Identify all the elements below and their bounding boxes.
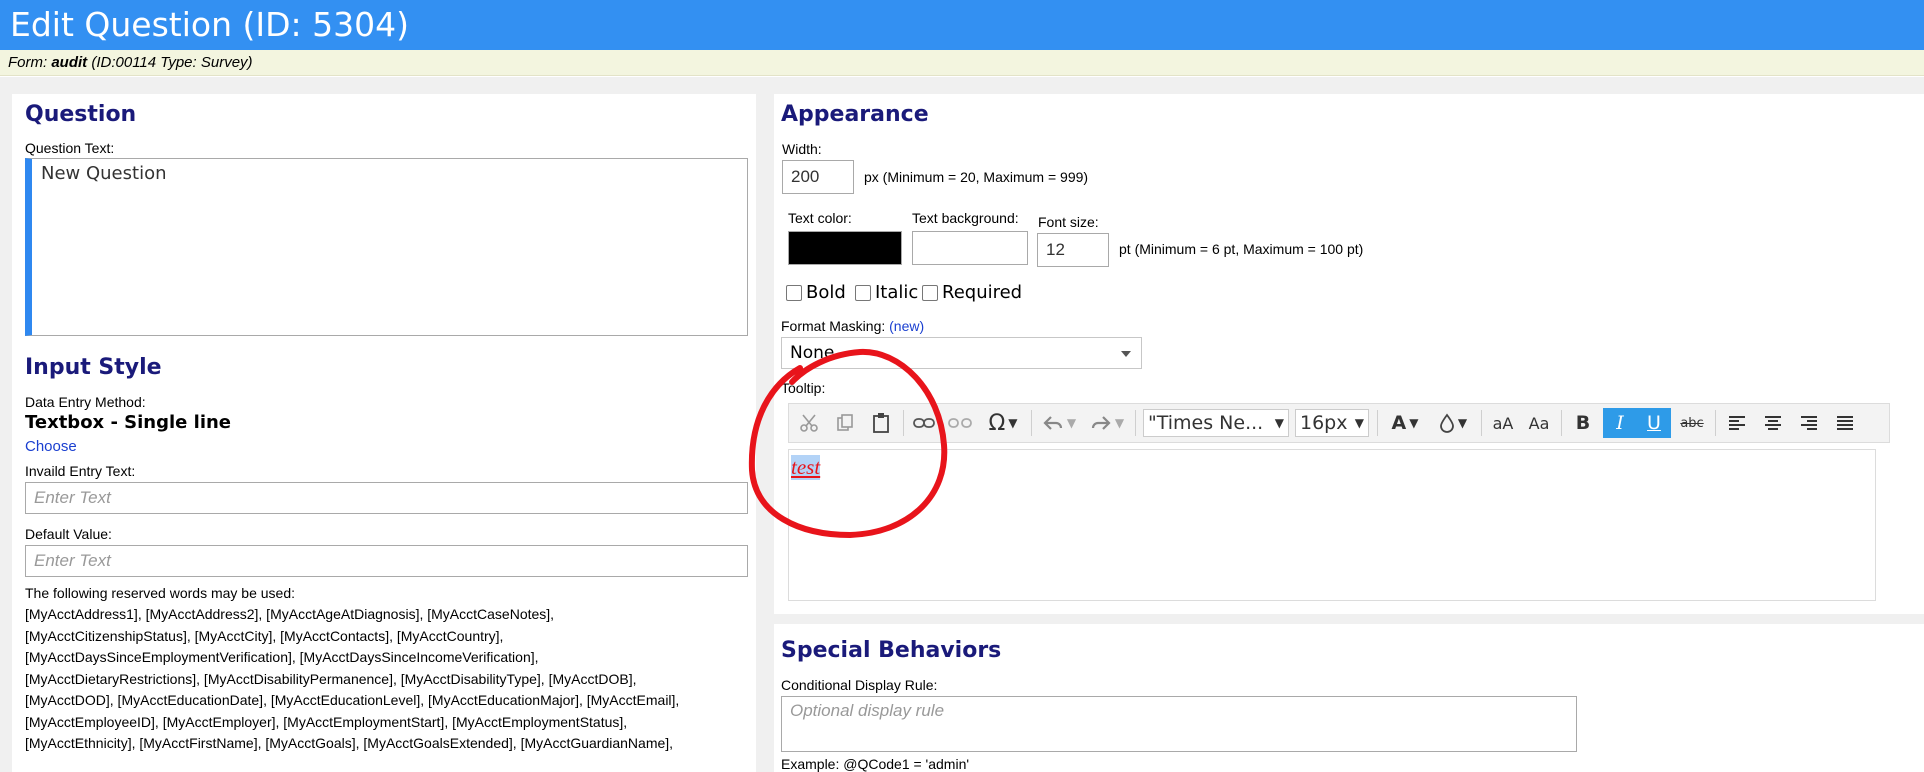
toolbar-separator	[1135, 410, 1136, 436]
strikethrough-button[interactable]: abc	[1675, 408, 1709, 438]
tooltip-editor-toolbar: Ω ▼ ▼ ▼ "Times Ne... ▼ 16px ▼ A ▼ ▼ aA A…	[788, 403, 1890, 443]
tooltip-label: Tooltip:	[781, 380, 826, 396]
undo-icon[interactable]: ▼	[1037, 408, 1081, 438]
text-color-swatch[interactable]	[788, 231, 902, 265]
chevron-down-icon	[1121, 351, 1131, 357]
copy-icon[interactable]	[831, 408, 859, 438]
toolbar-separator	[1715, 410, 1716, 436]
reserved-line: [MyAcctEthnicity], [MyAcctFirstName], [M…	[25, 735, 674, 751]
width-input[interactable]: 200	[782, 160, 854, 194]
question-text-value: New Question	[41, 163, 167, 184]
invalid-entry-label: Invaild Entry Text:	[25, 463, 136, 479]
appearance-heading: Appearance	[781, 102, 929, 127]
font-family-value: "Times Ne...	[1148, 412, 1264, 434]
special-behaviors-title: Special Behaviors	[781, 638, 1002, 663]
bold-label: Bold	[806, 282, 846, 303]
font-size-hint: pt (Minimum = 6 pt, Maximum = 100 pt)	[1119, 241, 1364, 257]
font-family-select[interactable]: "Times Ne... ▼	[1143, 409, 1289, 437]
page-title: Edit Question (ID: 5304)	[0, 0, 1924, 50]
text-background-label: Text background:	[912, 210, 1019, 226]
conditional-display-example: Example: @QCode1 = 'admin'	[781, 756, 970, 772]
lowercase-size-icon[interactable]: aA	[1487, 408, 1519, 438]
underline-button[interactable]: U	[1637, 408, 1671, 438]
uppercase-size-icon[interactable]: Aa	[1523, 408, 1555, 438]
form-meta: (ID:00114 Type: Survey)	[91, 54, 253, 71]
tooltip-text: test	[791, 455, 821, 480]
tooltip-editor[interactable]: test	[788, 449, 1876, 601]
required-label: Required	[942, 282, 1023, 303]
form-name: audit	[51, 54, 88, 71]
paste-icon[interactable]	[867, 408, 895, 438]
appearance-panel: Appearance Width: 200 px (Minimum = 20, …	[774, 94, 1924, 614]
form-label: Form:	[8, 54, 48, 71]
link-icon[interactable]	[909, 408, 939, 438]
question-text-label: Question Text:	[25, 140, 115, 156]
main-area: Question Question Text: New Question Inp…	[0, 77, 1924, 772]
default-value-input[interactable]: Enter Text	[25, 545, 748, 577]
format-masking-value: None	[790, 343, 835, 363]
italic-label: Italic	[875, 282, 919, 303]
form-info-bar: Form: audit (ID:00114 Type: Survey)	[0, 50, 1924, 76]
font-color-icon[interactable]: A ▼	[1383, 408, 1427, 438]
reserved-line: [MyAcctEmployeeID], [MyAcctEmployer], [M…	[25, 713, 628, 730]
format-masking-text: Format Masking:	[781, 318, 886, 334]
reserved-words-intro: The following reserved words may be used…	[25, 585, 296, 601]
input-style-heading: Input Style	[25, 355, 162, 380]
data-entry-method-label: Data Entry Method:	[25, 394, 146, 410]
special-character-icon[interactable]: Ω ▼	[981, 408, 1025, 438]
data-entry-method-value: Textbox - Single line	[25, 412, 232, 433]
choose-link[interactable]: Choose	[25, 438, 77, 455]
cut-icon[interactable]	[795, 408, 823, 438]
toolbar-separator	[1031, 410, 1032, 436]
format-masking-select[interactable]: None	[781, 337, 1142, 369]
reserved-line: [MyAcctDaysSinceEmploymentVerification],…	[25, 649, 539, 665]
font-size-label: Font size:	[1038, 214, 1099, 230]
bold-button[interactable]: B	[1567, 408, 1599, 438]
text-background-swatch[interactable]	[912, 231, 1028, 265]
reserved-line: [MyAcctCitizenshipStatus], [MyAcctCity],…	[25, 627, 504, 644]
toolbar-separator	[903, 410, 904, 436]
font-size-input[interactable]: 12	[1037, 233, 1109, 267]
format-masking-new-link[interactable]: (new)	[889, 318, 924, 334]
reserved-line: [MyAcctDOD], [MyAcctEducationDate], [MyA…	[25, 692, 680, 708]
align-right-icon[interactable]	[1793, 408, 1825, 438]
toolbar-separator	[1377, 410, 1378, 436]
width-hint: px (Minimum = 20, Maximum = 999)	[864, 169, 1089, 185]
conditional-display-input[interactable]: Optional display rule	[781, 696, 1577, 752]
question-panel: Question Question Text: New Question	[12, 94, 756, 350]
toolbar-separator	[1481, 410, 1482, 436]
invalid-entry-input[interactable]: Enter Text	[25, 482, 748, 514]
toolbar-separator	[1561, 410, 1562, 436]
background-color-icon[interactable]: ▼	[1431, 408, 1475, 438]
default-value-label: Default Value:	[25, 526, 112, 542]
required-checkbox[interactable]	[922, 285, 938, 301]
reserved-line: [MyAcctDietaryRestrictions], [MyAcctDisa…	[25, 670, 637, 687]
text-color-label: Text color:	[788, 210, 852, 226]
conditional-display-label: Conditional Display Rule:	[781, 677, 938, 693]
align-center-icon[interactable]	[1757, 408, 1789, 438]
question-heading: Question	[25, 102, 137, 127]
justify-icon[interactable]	[1829, 408, 1861, 438]
bold-checkbox[interactable]	[786, 285, 802, 301]
font-color-glyph: A	[1391, 412, 1407, 434]
format-masking-label: Format Masking: (new)	[781, 318, 924, 334]
width-label: Width:	[782, 141, 822, 157]
reserved-line: [MyAcctAddress1], [MyAcctAddress2], [MyA…	[25, 606, 555, 622]
italic-button[interactable]: I	[1603, 408, 1637, 438]
unlink-icon[interactable]	[945, 408, 975, 438]
redo-icon[interactable]: ▼	[1085, 408, 1129, 438]
align-left-icon[interactable]	[1721, 408, 1753, 438]
question-text-field[interactable]: New Question	[25, 158, 748, 336]
special-character-glyph: Ω	[988, 410, 1006, 436]
reserved-words-list: [MyAcctAddress1], [MyAcctAddress2], [MyA…	[25, 604, 755, 755]
font-size-select[interactable]: 16px ▼	[1295, 409, 1369, 437]
font-size-value: 16px	[1300, 412, 1348, 434]
input-style-panel: Input Style Data Entry Method: Textbox -…	[12, 345, 756, 772]
italic-checkbox[interactable]	[855, 285, 871, 301]
